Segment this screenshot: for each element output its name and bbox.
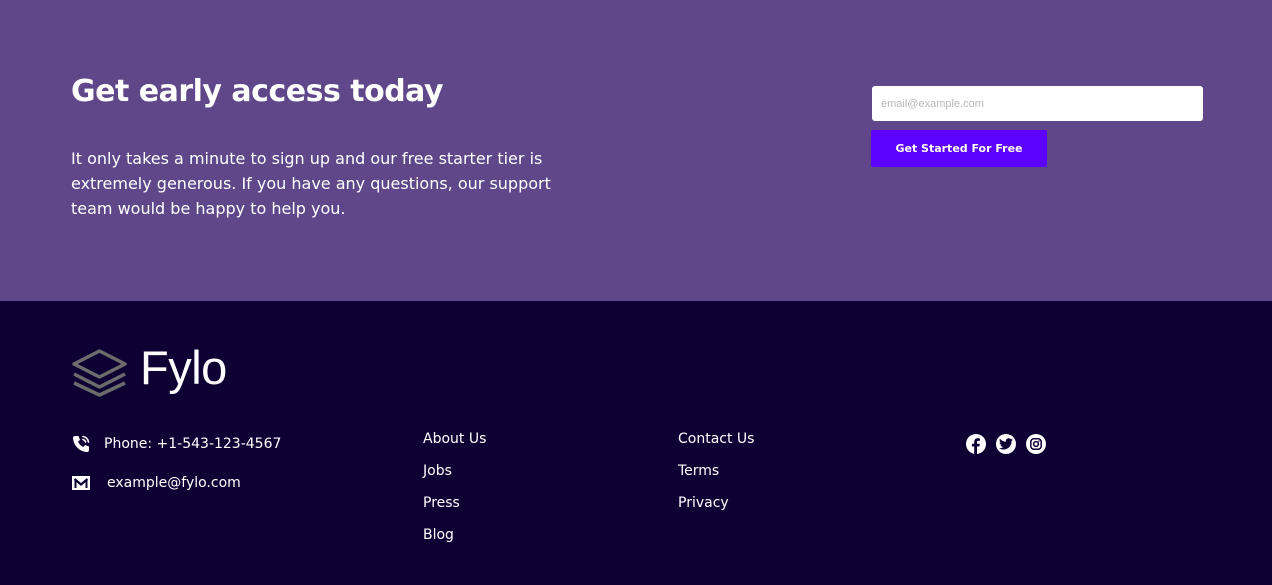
social-links <box>966 434 1046 454</box>
facebook-icon[interactable] <box>966 434 986 454</box>
link-contact-us[interactable]: Contact Us <box>678 430 754 448</box>
link-terms[interactable]: Terms <box>678 462 719 480</box>
link-jobs[interactable]: Jobs <box>423 462 452 480</box>
link-about-us[interactable]: About Us <box>423 430 486 448</box>
contact-email: example@fylo.com <box>71 472 241 494</box>
phone-text: Phone: +1-543-123-4567 <box>104 436 282 452</box>
email-input[interactable] <box>872 86 1203 121</box>
logo-text: Fylo <box>140 341 227 394</box>
twitter-icon[interactable] <box>996 434 1016 454</box>
email-text: example@fylo.com <box>107 475 241 491</box>
instagram-icon[interactable] <box>1026 434 1046 454</box>
mail-icon <box>71 472 93 494</box>
link-privacy[interactable]: Privacy <box>678 494 729 512</box>
get-started-button[interactable]: Get Started For Free <box>871 130 1047 167</box>
link-press[interactable]: Press <box>423 494 460 512</box>
cta-description: It only takes a minute to sign up and ou… <box>71 149 551 218</box>
cta-title: Get early access today <box>71 74 444 109</box>
layers-icon <box>71 349 128 401</box>
link-blog[interactable]: Blog <box>423 526 454 544</box>
contact-phone: Phone: +1-543-123-4567 <box>71 433 281 455</box>
cta-section: Get early access today It only takes a m… <box>0 0 1272 301</box>
phone-icon <box>71 433 93 455</box>
